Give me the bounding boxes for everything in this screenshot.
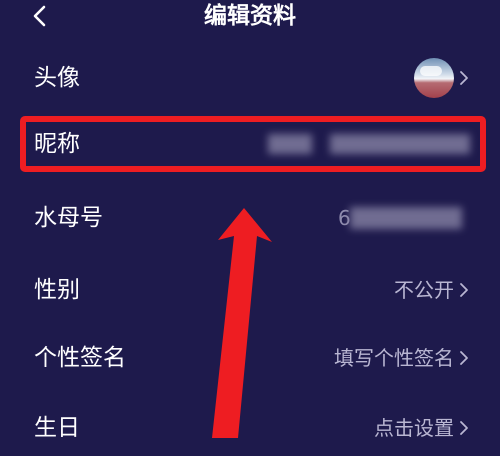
- row-label-id: 水母号: [34, 205, 103, 231]
- birthday-value: 点击设置: [374, 416, 454, 440]
- nav-bar: 编辑资料: [0, 0, 500, 38]
- chevron-right-icon: [460, 71, 468, 85]
- row-avatar[interactable]: 头像: [0, 50, 500, 106]
- row-label-avatar: 头像: [34, 65, 80, 91]
- id-value-redacted: [350, 207, 462, 229]
- signature-value: 填写个性签名: [334, 346, 454, 370]
- row-label-gender: 性别: [34, 277, 80, 303]
- chevron-right-icon: [460, 351, 468, 365]
- id-value-partial: 6: [338, 206, 351, 230]
- chevron-right-icon: [460, 283, 468, 297]
- avatar: [414, 58, 454, 98]
- row-birthday[interactable]: 生日 点击设置: [0, 400, 500, 456]
- chevron-right-icon: [460, 421, 468, 435]
- row-label-signature: 个性签名: [34, 345, 126, 371]
- row-signature[interactable]: 个性签名 填写个性签名: [0, 330, 500, 386]
- row-gender[interactable]: 性别 不公开: [0, 262, 500, 318]
- row-id[interactable]: 水母号 6: [0, 190, 500, 246]
- gender-value: 不公开: [394, 278, 454, 302]
- highlight-box: [20, 116, 486, 172]
- page-title: 编辑资料: [204, 3, 296, 29]
